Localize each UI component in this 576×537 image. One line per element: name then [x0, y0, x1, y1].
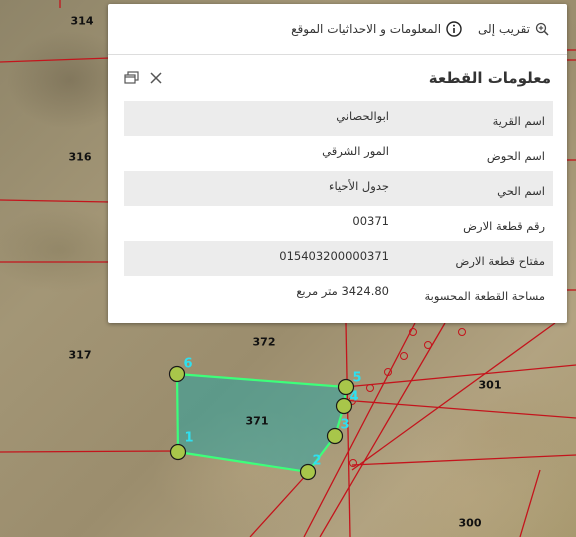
boundary-line [341, 399, 576, 419]
attribute-key: اسم القرية [492, 114, 545, 128]
boundary-vertex [458, 328, 466, 336]
attributes-table: اسم القرية ابوالحصاني اسم الحوض المور ال… [124, 101, 553, 311]
attribute-key: مفتاح قطعة الارض [455, 254, 545, 268]
dock-icon[interactable] [124, 71, 140, 85]
parcel-label: 316 [68, 150, 92, 164]
table-row: مساحة القطعة المحسوبة 3424.80 متر مربع [124, 276, 553, 311]
attribute-key: رقم قطعة الارض [463, 219, 545, 233]
attribute-value: 3424.80 متر مربع [296, 284, 389, 298]
popup-header: معلومات القطعة [108, 55, 567, 101]
attribute-key: اسم الحوض [486, 149, 545, 163]
boundary-vertex [424, 341, 432, 349]
boundary-line [0, 57, 111, 63]
parcel-label: 314 [70, 14, 94, 28]
parcel-label: 301 [478, 378, 502, 392]
table-row: رقم قطعة الارض 00371 [124, 206, 553, 241]
vertex-marker [169, 443, 187, 461]
location-info-button[interactable]: المعلومات و الاحداثيات الموقع [291, 21, 462, 37]
boundary-line [0, 199, 111, 203]
vertex-label: 1 [184, 430, 194, 446]
attribute-key: اسم الحي [497, 184, 545, 198]
zoom-to-label: تقريب إلى [478, 22, 530, 36]
boundary-line [344, 364, 576, 388]
boundary-vertex [400, 352, 408, 360]
attribute-key: مساحة القطعة المحسوبة [424, 289, 545, 303]
vertex-label: 2 [312, 453, 322, 469]
zoom-in-icon [535, 22, 549, 36]
info-icon [446, 21, 462, 37]
boundary-line [351, 322, 556, 471]
close-icon[interactable] [150, 72, 162, 84]
table-row: مفتاح قطعة الارض 015403200000371 [124, 241, 553, 276]
vertex-label: 5 [352, 370, 362, 386]
location-info-label: المعلومات و الاحداثيات الموقع [291, 22, 442, 36]
boundary-line [351, 454, 576, 466]
table-row: اسم القرية ابوالحصاني [124, 101, 553, 136]
parcel-info-popup: تقريب إلى المعلومات و الاحداثيات الموقع … [108, 4, 567, 323]
vertex-marker [168, 365, 186, 383]
parcel-label: 317 [68, 348, 92, 362]
attribute-value: جدول الأحياء [329, 179, 389, 193]
attribute-value: 00371 [352, 214, 389, 228]
attribute-value: 015403200000371 [279, 249, 389, 263]
table-row: اسم الحي جدول الأحياء [124, 171, 553, 206]
popup-actions-bar: تقريب إلى المعلومات و الاحداثيات الموقع [108, 4, 567, 55]
popup-title: معلومات القطعة [428, 69, 551, 87]
zoom-to-button[interactable]: تقريب إلى [478, 22, 549, 36]
boundary-line [519, 469, 541, 537]
vertex-label: 4 [349, 389, 359, 405]
vertex-label: 6 [183, 356, 193, 372]
vertex-label: 3 [340, 417, 350, 433]
boundary-vertex [366, 384, 374, 392]
attribute-value: ابوالحصاني [336, 109, 389, 123]
parcel-label: 300 [458, 516, 482, 530]
parcel-label: 372 [252, 335, 276, 349]
popup-header-controls [124, 71, 162, 85]
boundary-line [0, 450, 179, 453]
attribute-value: المور الشرقي [322, 144, 389, 158]
boundary-line [249, 472, 309, 537]
table-row: اسم الحوض المور الشرقي [124, 136, 553, 171]
parcel-label: 371 [245, 414, 269, 428]
